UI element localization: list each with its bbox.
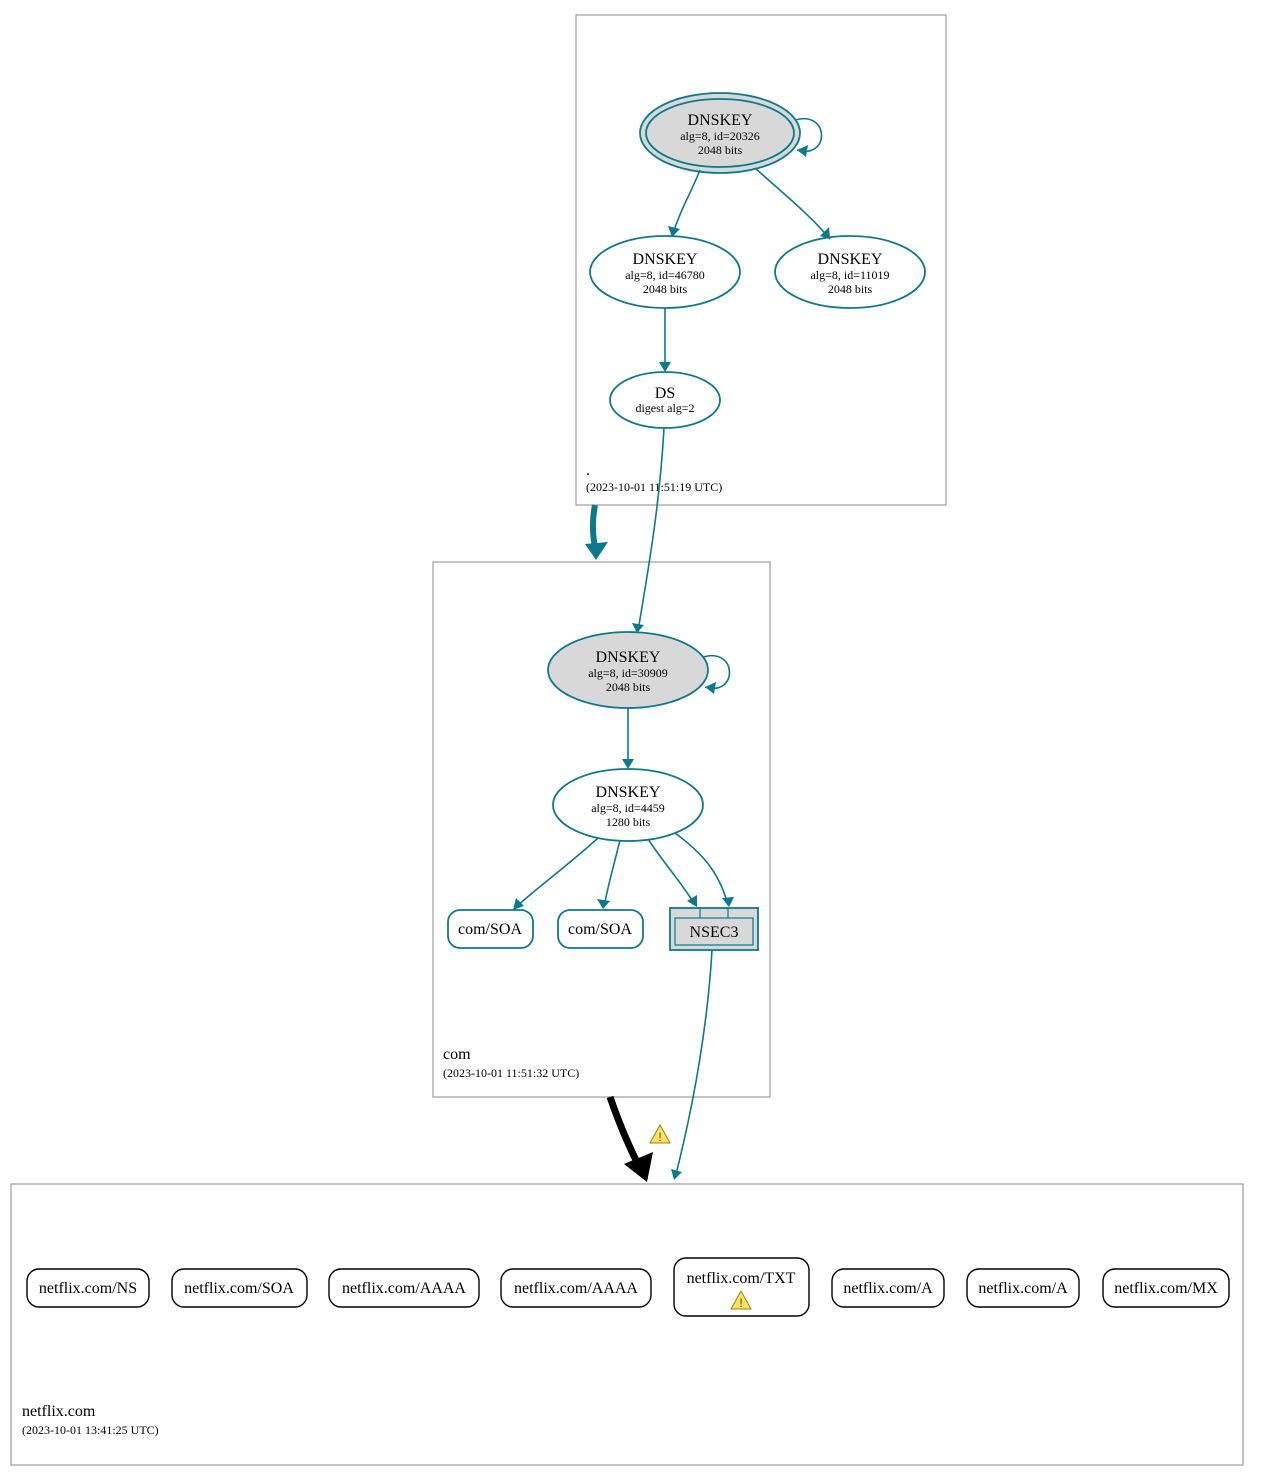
edge-com-to-netflix-insecure (610, 1097, 640, 1168)
netflix-record-mx: netflix.com/MX (1103, 1269, 1229, 1307)
zone-com-label: com (443, 1046, 471, 1063)
edge-root-ksk-to-zsk1 (672, 170, 700, 237)
edge-com-zsk-to-nsec3-b (675, 833, 728, 905)
svg-text:DNSKEY: DNSKEY (633, 251, 698, 268)
netflix-record-aaaa-1: netflix.com/AAAA (329, 1269, 479, 1307)
edge-root-ksk-to-zsk2 (755, 168, 830, 239)
root-zsk-11019-node: DNSKEY alg=8, id=11019 2048 bits (775, 236, 925, 308)
svg-text:alg=8, id=46780: alg=8, id=46780 (625, 268, 705, 282)
zone-netflix-box (11, 1184, 1243, 1465)
zone-com-ts: (2023-10-01 11:51:32 UTC) (443, 1066, 579, 1080)
svg-text:DNSKEY: DNSKEY (596, 784, 661, 801)
svg-text:netflix.com/A: netflix.com/A (843, 1280, 933, 1297)
svg-text:alg=8, id=30909: alg=8, id=30909 (588, 666, 668, 680)
svg-text:NSEC3: NSEC3 (690, 924, 739, 941)
svg-text:netflix.com/NS: netflix.com/NS (39, 1280, 137, 1297)
com-ksk-node: DNSKEY alg=8, id=30909 2048 bits (548, 632, 708, 708)
svg-text:!: ! (658, 1130, 661, 1144)
svg-text:digest alg=2: digest alg=2 (635, 401, 694, 415)
netflix-record-ns: netflix.com/NS (27, 1269, 149, 1307)
svg-text:netflix.com/SOA: netflix.com/SOA (184, 1280, 294, 1297)
com-soa1-node: com/SOA (448, 910, 533, 948)
zone-root-label: . (586, 462, 590, 479)
svg-text:DS: DS (655, 385, 675, 402)
svg-text:com/SOA: com/SOA (458, 921, 522, 938)
svg-text:2048 bits: 2048 bits (698, 143, 743, 157)
root-ds-node: DS digest alg=2 (610, 372, 720, 428)
root-ksk-node: DNSKEY alg=8, id=20326 2048 bits (640, 93, 800, 173)
edge-com-zsk-to-nsec3-a (648, 839, 695, 905)
zone-netflix-label: netflix.com (22, 1403, 96, 1420)
svg-text:alg=8, id=11019: alg=8, id=11019 (810, 268, 889, 282)
svg-text:2048 bits: 2048 bits (606, 680, 651, 694)
dnssec-graph: . (2023-10-01 11:51:19 UTC) DNSKEY alg=8… (0, 0, 1269, 1482)
netflix-record-a-1: netflix.com/A (832, 1269, 944, 1307)
netflix-record-soa: netflix.com/SOA (172, 1269, 307, 1307)
svg-text:DNSKEY: DNSKEY (688, 112, 753, 129)
edge-com-zsk-to-soa2 (604, 840, 620, 907)
edge-ds-to-com-ksk (638, 428, 664, 631)
com-zsk-node: DNSKEY alg=8, id=4459 1280 bits (553, 769, 703, 841)
zone-root-ts: (2023-10-01 11:51:19 UTC) (586, 480, 722, 494)
com-soa2-node: com/SOA (558, 910, 643, 948)
svg-text:netflix.com/MX: netflix.com/MX (1114, 1280, 1218, 1297)
netflix-record-aaaa-2: netflix.com/AAAA (501, 1269, 651, 1307)
svg-text:2048 bits: 2048 bits (643, 282, 688, 296)
zone-netflix-ts: (2023-10-01 13:41:25 UTC) (22, 1423, 159, 1437)
netflix-record-a-2: netflix.com/A (967, 1269, 1079, 1307)
svg-text:2048 bits: 2048 bits (828, 282, 873, 296)
root-zsk-46780-node: DNSKEY alg=8, id=46780 2048 bits (590, 236, 740, 308)
edge-com-zsk-to-soa1 (515, 838, 598, 908)
svg-text:com/SOA: com/SOA (568, 921, 632, 938)
svg-text:netflix.com/TXT: netflix.com/TXT (687, 1270, 796, 1287)
edge-nsec3-to-netflix (675, 950, 712, 1178)
warning-icon: ! (650, 1125, 670, 1144)
svg-text:netflix.com/AAAA: netflix.com/AAAA (514, 1280, 638, 1297)
svg-text:1280 bits: 1280 bits (606, 815, 651, 829)
svg-text:alg=8, id=4459: alg=8, id=4459 (591, 801, 665, 815)
com-nsec3-node: NSEC3 (670, 908, 758, 950)
svg-text:!: ! (739, 1296, 742, 1310)
svg-text:DNSKEY: DNSKEY (596, 649, 661, 666)
svg-text:netflix.com/A: netflix.com/A (978, 1280, 1068, 1297)
svg-text:alg=8, id=20326: alg=8, id=20326 (680, 129, 760, 143)
svg-text:netflix.com/AAAA: netflix.com/AAAA (342, 1280, 466, 1297)
netflix-record-txt: netflix.com/TXT ! (674, 1258, 809, 1316)
svg-text:DNSKEY: DNSKEY (818, 251, 883, 268)
